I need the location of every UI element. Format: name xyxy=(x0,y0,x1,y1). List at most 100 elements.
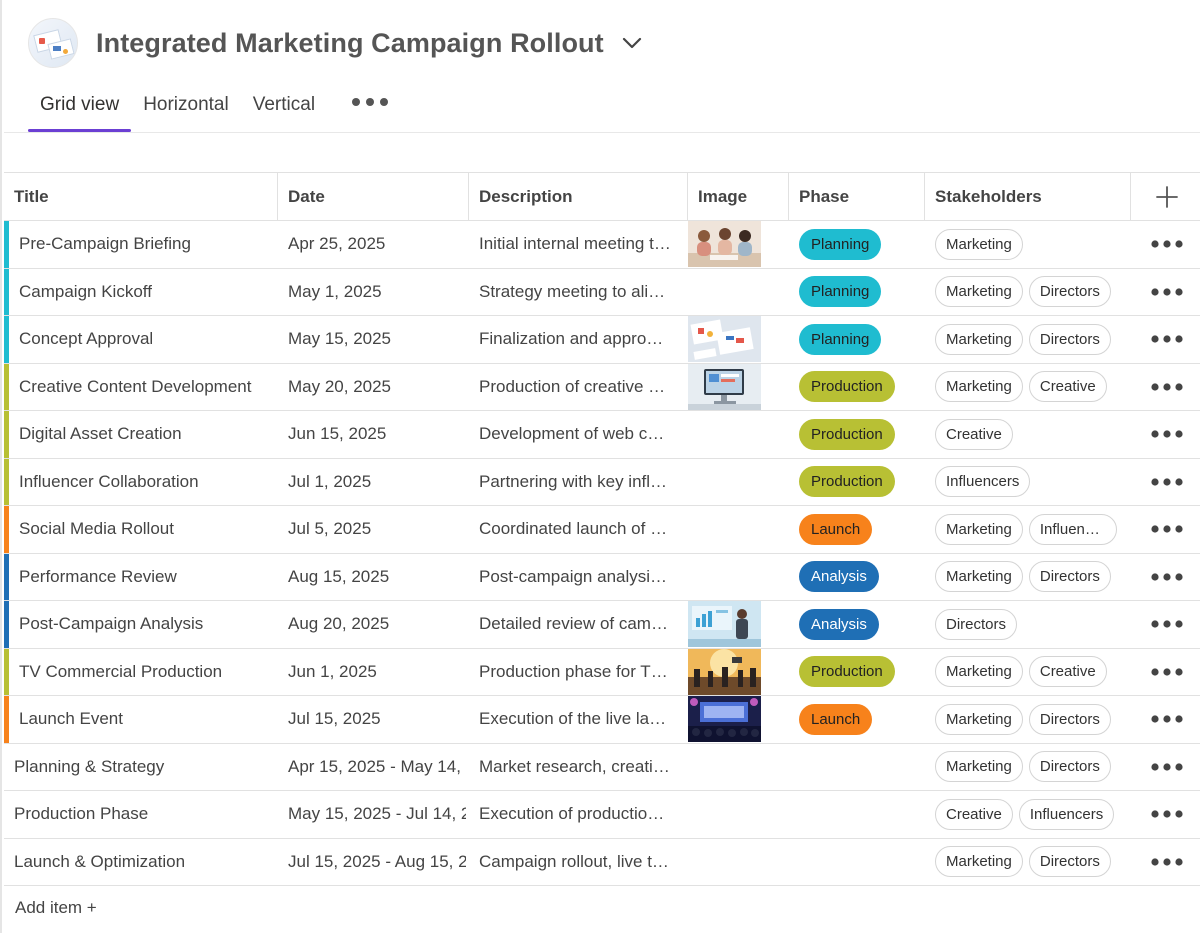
cell-stakeholders[interactable]: Marketing Directors xyxy=(925,744,1131,791)
cell-date[interactable]: Apr 25, 2025 xyxy=(278,221,469,268)
row-thumbnail-image[interactable] xyxy=(688,221,761,268)
cell-description[interactable]: Development of web content xyxy=(469,411,688,458)
cell-phase[interactable]: Planning xyxy=(789,269,925,316)
cell-title[interactable]: TV Commercial Production xyxy=(4,649,278,696)
table-row[interactable]: Production Phase May 15, 2025 - Jul 14, 2… xyxy=(4,791,1200,839)
cell-stakeholders[interactable]: Influencers xyxy=(925,459,1131,506)
cell-title[interactable]: Performance Review xyxy=(4,554,278,601)
cell-date[interactable]: Jun 1, 2025 xyxy=(278,649,469,696)
more-horizontal-icon[interactable] xyxy=(1131,506,1200,553)
cell-title[interactable]: Pre-Campaign Briefing xyxy=(4,221,278,268)
more-horizontal-icon[interactable] xyxy=(1131,554,1200,601)
more-horizontal-icon[interactable] xyxy=(1131,839,1200,886)
cell-date[interactable]: Jun 15, 2025 xyxy=(278,411,469,458)
cell-image[interactable] xyxy=(688,316,789,363)
more-horizontal-icon[interactable] xyxy=(1131,791,1200,838)
cell-description[interactable]: Execution of production tasks xyxy=(469,791,688,838)
table-row[interactable]: Launch Event Jul 15, 2025 Execution of the… xyxy=(4,696,1200,744)
table-row[interactable]: Planning & Strategy Apr 15, 2025 - May 14… xyxy=(4,744,1200,791)
cell-date[interactable]: Jul 5, 2025 xyxy=(278,506,469,553)
cell-phase[interactable] xyxy=(789,791,925,838)
row-thumbnail-image[interactable] xyxy=(688,601,761,648)
row-thumbnail-image[interactable] xyxy=(688,316,761,363)
cell-image[interactable] xyxy=(688,269,789,316)
more-horizontal-icon[interactable] xyxy=(1131,269,1200,316)
cell-image[interactable] xyxy=(688,696,789,743)
column-header-title[interactable]: Title xyxy=(4,173,278,220)
more-horizontal-icon[interactable] xyxy=(327,82,401,132)
table-row[interactable]: Launch & Optimization Jul 15, 2025 - Aug … xyxy=(4,839,1200,886)
table-row[interactable]: Social Media Rollout Jul 5, 2025 Coordinat… xyxy=(4,506,1200,554)
cell-description[interactable]: Strategy meeting to align... xyxy=(469,269,688,316)
more-horizontal-icon[interactable] xyxy=(1131,221,1200,268)
cell-image[interactable] xyxy=(688,459,789,506)
more-horizontal-icon[interactable] xyxy=(1131,459,1200,506)
cell-image[interactable] xyxy=(688,221,789,268)
more-horizontal-icon[interactable] xyxy=(1131,316,1200,363)
cell-description[interactable]: Initial internal meeting to... xyxy=(469,221,688,268)
row-thumbnail-image[interactable] xyxy=(688,648,761,695)
cell-stakeholders[interactable]: Marketing Creative xyxy=(925,649,1131,696)
cell-description[interactable]: Coordinated launch of posts xyxy=(469,506,688,553)
cell-title[interactable]: Social Media Rollout xyxy=(4,506,278,553)
cell-image[interactable] xyxy=(688,363,789,411)
cell-stakeholders[interactable]: Marketing Directors xyxy=(925,696,1131,743)
cell-image[interactable] xyxy=(688,791,789,838)
column-header-image[interactable]: Image xyxy=(688,173,789,220)
cell-date[interactable]: May 1, 2025 xyxy=(278,269,469,316)
more-horizontal-icon[interactable] xyxy=(1131,364,1200,411)
tab-horizontal[interactable]: Horizontal xyxy=(131,82,241,132)
cell-stakeholders[interactable]: Marketing Directors xyxy=(925,554,1131,601)
cell-description[interactable]: Production of creative assets xyxy=(469,364,688,411)
cell-phase[interactable]: Analysis xyxy=(789,601,925,648)
cell-title[interactable]: Concept Approval xyxy=(4,316,278,363)
cell-stakeholders[interactable]: Marketing Directors xyxy=(925,839,1131,886)
cell-stakeholders[interactable]: Creative xyxy=(925,411,1131,458)
cell-phase[interactable]: Launch xyxy=(789,506,925,553)
cell-image[interactable] xyxy=(688,411,789,458)
cell-phase[interactable]: Planning xyxy=(789,221,925,268)
cell-title[interactable]: Production Phase xyxy=(4,791,278,838)
cell-title[interactable]: Post-Campaign Analysis xyxy=(4,601,278,648)
cell-stakeholders[interactable]: Directors xyxy=(925,601,1131,648)
cell-date[interactable]: Apr 15, 2025 - May 14, 2025 xyxy=(278,744,469,791)
table-row[interactable]: TV Commercial Production Jun 1, 2025 Produ… xyxy=(4,648,1200,696)
column-header-phase[interactable]: Phase xyxy=(789,173,925,220)
more-horizontal-icon[interactable] xyxy=(1131,696,1200,743)
column-header-date[interactable]: Date xyxy=(278,173,469,220)
tab-vertical[interactable]: Vertical xyxy=(241,82,327,132)
cell-description[interactable]: Campaign rollout, live tracking xyxy=(469,839,688,886)
cell-phase[interactable] xyxy=(789,839,925,886)
table-row[interactable]: Post-Campaign Analysis Aug 20, 2025 Detail… xyxy=(4,601,1200,649)
cell-stakeholders[interactable]: Creative Influencers xyxy=(925,791,1131,838)
cell-date[interactable]: Jul 15, 2025 - Aug 15, 2025 xyxy=(278,839,469,886)
cell-phase[interactable]: Production xyxy=(789,649,925,696)
cell-title[interactable]: Planning & Strategy xyxy=(4,744,278,791)
cell-phase[interactable]: Production xyxy=(789,459,925,506)
cell-date[interactable]: Aug 20, 2025 xyxy=(278,601,469,648)
table-row[interactable]: Performance Review Aug 15, 2025 Post-campa… xyxy=(4,553,1200,601)
cell-date[interactable]: May 15, 2025 - Jul 14, 2025 xyxy=(278,791,469,838)
chevron-down-icon[interactable] xyxy=(620,31,644,55)
column-header-stakeholders[interactable]: Stakeholders xyxy=(925,173,1131,220)
cell-image[interactable] xyxy=(688,648,789,696)
cell-description[interactable]: Production phase for TV spot xyxy=(469,649,688,696)
cell-stakeholders[interactable]: Marketing Influencers xyxy=(925,506,1131,553)
cell-image[interactable] xyxy=(688,601,789,648)
cell-description[interactable]: Finalization and approval... xyxy=(469,316,688,363)
cell-image[interactable] xyxy=(688,506,789,553)
cell-title[interactable]: Launch Event xyxy=(4,696,278,743)
cell-description[interactable]: Partnering with key influencers xyxy=(469,459,688,506)
cell-date[interactable]: May 20, 2025 xyxy=(278,364,469,411)
table-row[interactable]: Pre-Campaign Briefing Apr 25, 2025 Initial… xyxy=(4,221,1200,269)
cell-stakeholders[interactable]: Marketing Directors xyxy=(925,316,1131,363)
cell-description[interactable]: Market research, creative planning xyxy=(469,744,688,791)
cell-title[interactable]: Launch & Optimization xyxy=(4,839,278,886)
cell-image[interactable] xyxy=(688,744,789,791)
cell-date[interactable]: Jul 1, 2025 xyxy=(278,459,469,506)
cell-stakeholders[interactable]: Marketing Creative xyxy=(925,364,1131,411)
cell-phase[interactable]: Production xyxy=(789,411,925,458)
cell-description[interactable]: Post-campaign analysis review xyxy=(469,554,688,601)
cell-stakeholders[interactable]: Marketing Directors xyxy=(925,269,1131,316)
cell-title[interactable]: Influencer Collaboration xyxy=(4,459,278,506)
